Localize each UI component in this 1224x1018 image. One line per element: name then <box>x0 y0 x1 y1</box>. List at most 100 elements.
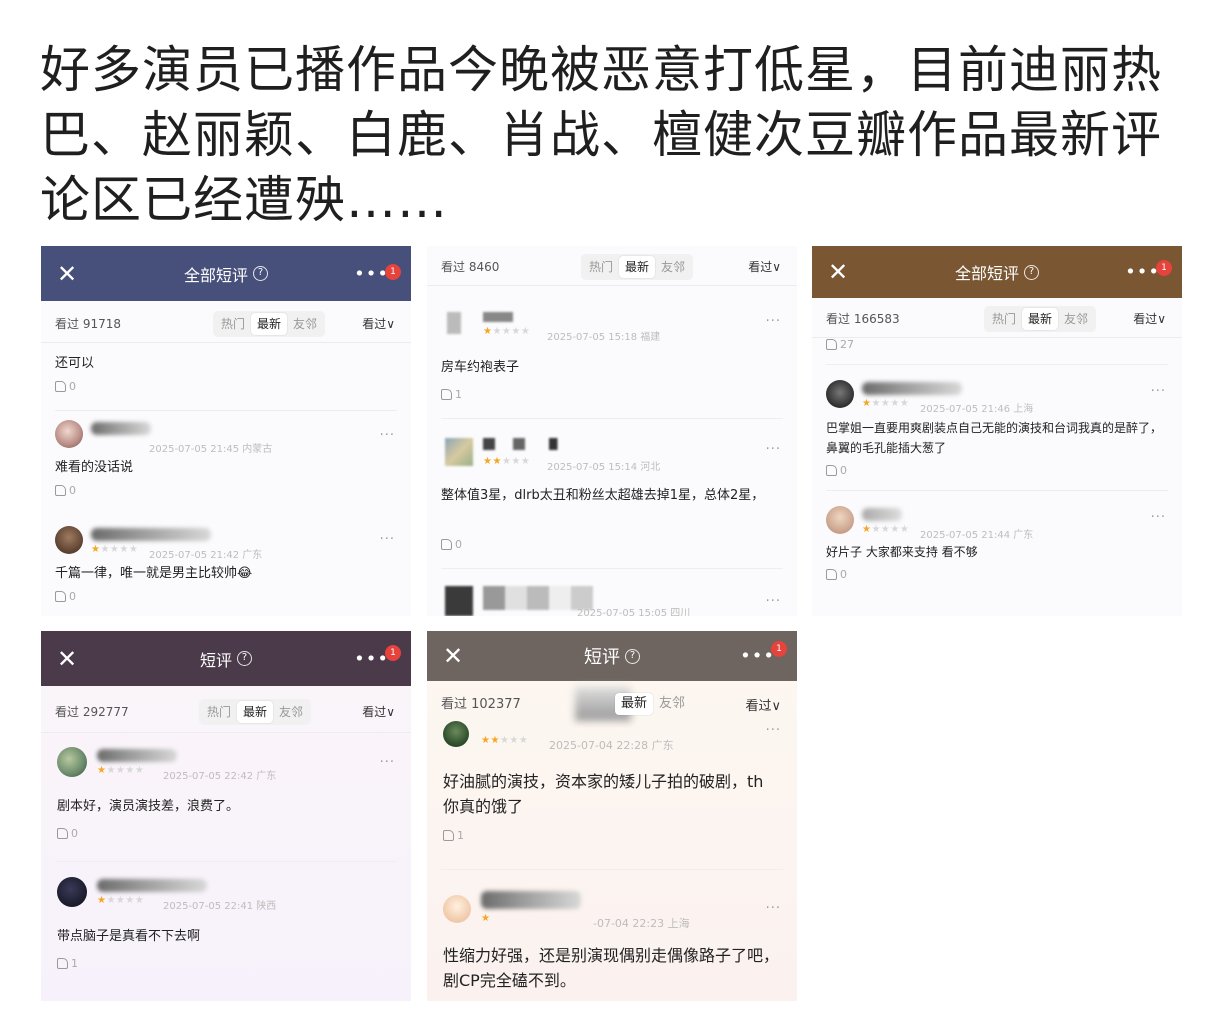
screenshot-panel-3: ✕ 全部短评 ? ••• 1 看过 166583 热门 最新 友邻 看过∨ 27… <box>812 246 1182 616</box>
watched-filter-dropdown[interactable]: 看过∨ <box>745 695 781 714</box>
screenshot-panel-4: ✕ 短评 ? ••• 1 看过 292777 热门 最新 友邻 看过∨ ★★★★… <box>41 631 411 1001</box>
username-blurred <box>97 749 177 762</box>
like-count: 0 <box>69 380 76 393</box>
more-icon[interactable]: ••• <box>1125 262 1160 283</box>
like-button[interactable]: 0 <box>826 464 847 477</box>
tab-latest[interactable]: 最新 <box>237 701 274 723</box>
like-count: 0 <box>71 827 78 840</box>
more-icon[interactable]: ••• <box>740 646 775 667</box>
comment-meta: 2025-07-05 15:05 四川 <box>577 608 691 616</box>
thumbs-up-icon <box>441 539 452 550</box>
close-icon[interactable]: ✕ <box>57 647 77 671</box>
tab-latest[interactable]: 最新 <box>619 256 656 278</box>
watched-filter-dropdown[interactable]: 看过∨ <box>362 315 395 332</box>
like-button[interactable]: 1 <box>57 957 78 970</box>
help-icon[interactable]: ? <box>237 651 252 666</box>
comment-text: 难看的没话说 <box>55 460 134 475</box>
avatar <box>443 721 469 747</box>
comment-more-icon[interactable]: ··· <box>1151 510 1166 525</box>
comment-text: 千篇一律，唯一就是男主比较帅😂 <box>55 566 253 581</box>
comment-meta: 2025-07-05 21:45 内蒙古 <box>149 444 273 455</box>
comment-more-icon[interactable]: ··· <box>380 532 395 547</box>
sort-tabs: 热门 最新 友邻 <box>581 254 694 280</box>
watched-count: 看过 8460 <box>441 260 500 274</box>
tab-hot[interactable]: 热门 <box>215 313 251 335</box>
panel-title: 短评 ? <box>584 643 640 669</box>
comment-more-icon[interactable]: ··· <box>766 901 781 916</box>
tab-hot[interactable]: 热门 <box>986 308 1022 330</box>
comment-more-icon[interactable]: ··· <box>766 594 781 609</box>
tab-latest[interactable]: 最新 <box>615 693 654 715</box>
rating-stars: ★★★★★ <box>483 326 531 337</box>
close-icon[interactable]: ✕ <box>828 260 848 284</box>
like-count: 0 <box>69 590 76 603</box>
top-bar: ✕ 短评 ? ••• 1 <box>41 631 411 686</box>
close-icon[interactable]: ✕ <box>57 262 77 286</box>
tab-friends[interactable]: 友邻 <box>653 693 691 715</box>
watched-filter-dropdown[interactable]: 看过∨ <box>1133 310 1166 327</box>
username-pixelated <box>483 312 513 322</box>
notification-badge: 1 <box>385 645 401 661</box>
tab-friends[interactable]: 友邻 <box>655 256 691 278</box>
like-count: 0 <box>69 484 76 497</box>
comment-more-icon[interactable]: ··· <box>766 442 781 457</box>
comment-more-icon[interactable]: ··· <box>766 723 781 738</box>
sort-tabs: 热门 最新 友邻 <box>984 306 1097 332</box>
filter-bar: 看过 292777 热门 最新 友邻 看过∨ <box>41 689 411 733</box>
like-button[interactable]: 0 <box>55 590 76 603</box>
like-button[interactable]: 0 <box>57 827 78 840</box>
like-button[interactable]: 27 <box>826 338 854 351</box>
screenshot-panel-1: ✕ 全部短评 ? ••• 1 看过 91718 热门 最新 友邻 看过∨ 还可以… <box>41 246 411 616</box>
like-button[interactable]: 1 <box>441 388 462 401</box>
watched-count: 看过 166583 <box>826 312 900 326</box>
thumbs-up-icon <box>826 339 837 350</box>
like-count: 0 <box>455 538 462 551</box>
avatar <box>57 877 87 907</box>
rating-stars: ★★★★★ <box>862 398 910 409</box>
top-bar: ✕ 短评 ? ••• 1 <box>427 631 797 681</box>
more-icon[interactable]: ••• <box>354 263 389 284</box>
tab-hot[interactable]: 热门 <box>201 701 237 723</box>
notification-badge: 1 <box>1156 260 1172 276</box>
comment-more-icon[interactable]: ··· <box>380 428 395 443</box>
thumbs-up-icon <box>55 485 66 496</box>
like-count: 1 <box>455 388 462 401</box>
avatar <box>826 506 854 534</box>
divider <box>441 568 783 569</box>
watched-filter-dropdown[interactable]: 看过∨ <box>362 703 395 720</box>
tab-latest[interactable]: 最新 <box>1022 308 1059 330</box>
rating-stars: ★★★★★ <box>97 765 145 776</box>
thumbs-up-icon <box>826 569 837 580</box>
notification-badge: 1 <box>771 641 787 657</box>
comment-more-icon[interactable]: ··· <box>380 755 395 770</box>
tab-friends[interactable]: 友邻 <box>273 701 309 723</box>
tab-friends[interactable]: 友邻 <box>1058 308 1094 330</box>
close-icon[interactable]: ✕ <box>443 644 463 668</box>
comment-more-icon[interactable]: ··· <box>1151 384 1166 399</box>
tab-latest[interactable]: 最新 <box>251 313 288 335</box>
avatar <box>57 747 87 777</box>
help-icon[interactable]: ? <box>253 266 268 281</box>
thumbs-up-icon <box>57 828 68 839</box>
watched-filter-dropdown[interactable]: 看过∨ <box>748 258 781 275</box>
like-button[interactable]: 0 <box>55 380 76 393</box>
divider <box>55 410 397 411</box>
comment-text: 好油腻的演技，资本家的矮儿子拍的破剧，th你真的饿了 <box>443 772 764 816</box>
like-button[interactable]: 0 <box>55 484 76 497</box>
more-icon[interactable]: ••• <box>354 648 389 669</box>
thumbs-up-icon <box>441 389 452 400</box>
tab-hot[interactable]: 热门 <box>583 256 619 278</box>
like-button[interactable]: 1 <box>443 829 464 842</box>
comment-more-icon[interactable]: ··· <box>766 314 781 329</box>
tab-friends[interactable]: 友邻 <box>287 313 323 335</box>
help-icon[interactable]: ? <box>1024 264 1039 280</box>
comment-meta: 2025-07-05 15:14 河北 <box>547 462 661 473</box>
help-icon[interactable]: ? <box>625 648 640 664</box>
like-button[interactable]: 0 <box>826 568 847 581</box>
thumbs-up-icon <box>443 830 454 841</box>
filter-bar: 看过 166583 热门 最新 友邻 看过∨ <box>812 298 1182 338</box>
username-pixelated <box>483 438 603 450</box>
like-button[interactable]: 0 <box>441 538 462 551</box>
comment-meta: 2025-07-05 21:46 上海 <box>920 404 1034 415</box>
like-count: 0 <box>840 464 847 477</box>
